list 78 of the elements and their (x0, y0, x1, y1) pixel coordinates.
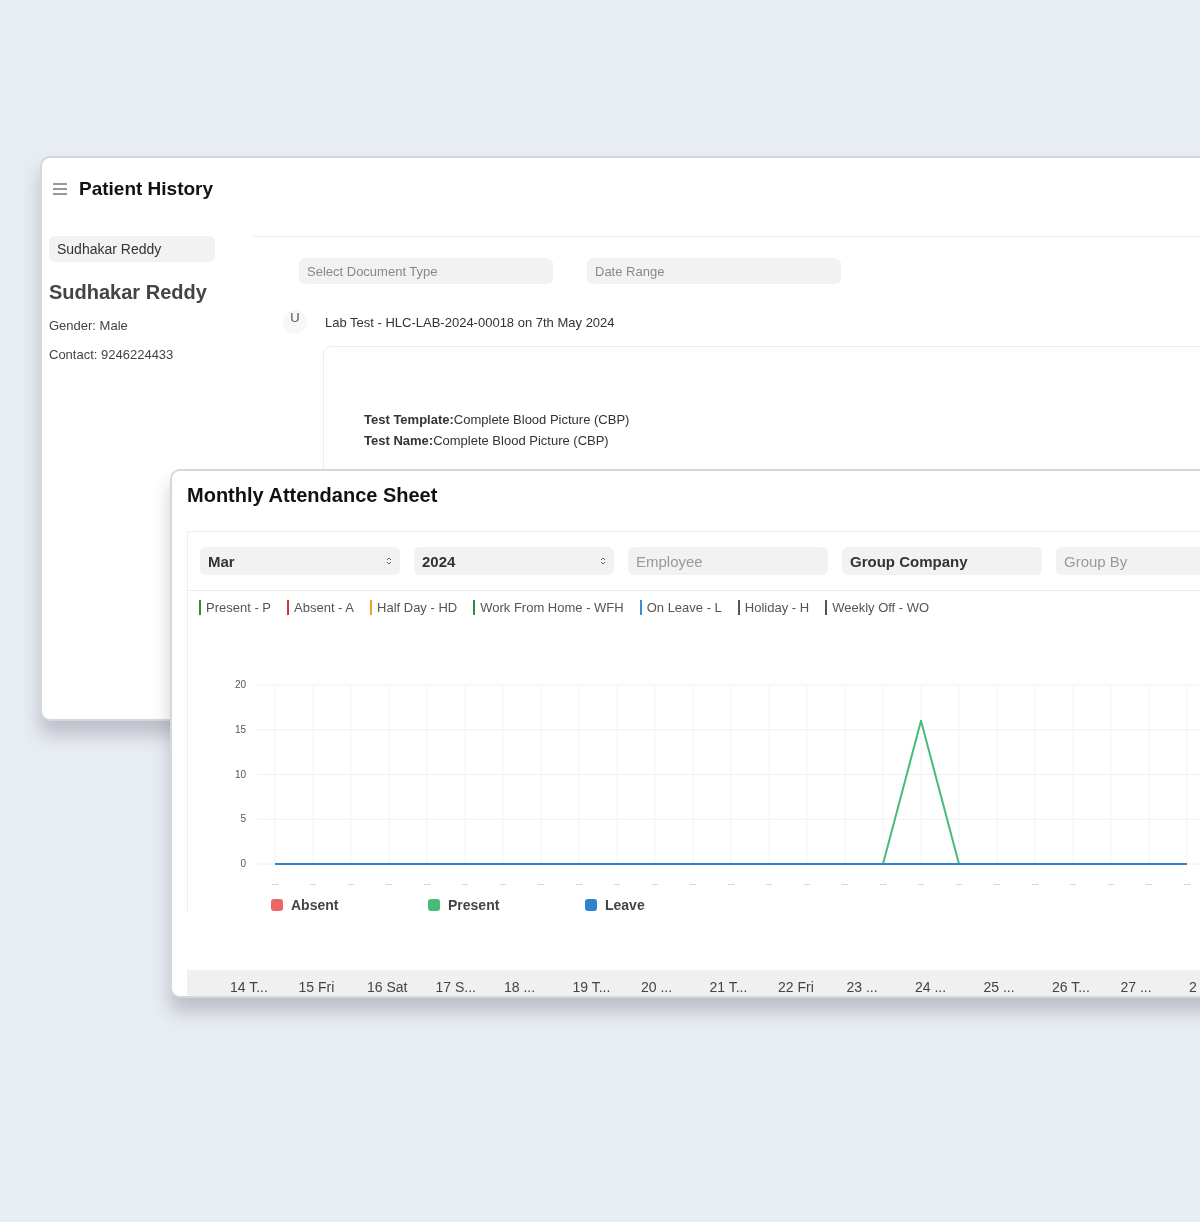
patient-field[interactable]: Sudhakar Reddy (49, 236, 215, 262)
x-tick-label: ... (575, 878, 583, 887)
y-tick-label: 20 (234, 679, 246, 690)
x-tick-label: ... (955, 878, 963, 887)
y-tick-label: 15 (234, 723, 246, 735)
x-tick-label: ... (537, 878, 545, 887)
column-header: 18 ... (504, 979, 537, 996)
filter-field[interactable]: Date Range (587, 258, 841, 284)
x-tick-label: ... (1031, 878, 1039, 887)
x-tick-label: ... (385, 878, 393, 887)
status-legend-item: On Leave - L (639, 600, 722, 615)
column-header: 22 Fri (778, 979, 815, 996)
filter-field[interactable]: Group By (1056, 547, 1200, 575)
x-tick-label: ... (1107, 878, 1115, 887)
legend-swatch (428, 899, 440, 911)
contact-text: Contact: 9246224433 (49, 347, 175, 362)
status-legend-item: Present - P (199, 600, 272, 615)
x-tick-label: ... (993, 878, 1001, 887)
column-header: 24 ... (915, 979, 948, 996)
x-tick-label: ... (765, 878, 773, 887)
column-header: 25 ... (983, 979, 1016, 996)
legend-label: Leave (605, 897, 645, 913)
x-tick-label: ... (803, 878, 811, 887)
x-tick-label: ... (613, 878, 621, 887)
x-tick-label: ... (423, 878, 431, 887)
column-header: 16 Sat (367, 979, 409, 996)
column-header: 2 (1189, 979, 1198, 996)
menu-icon[interactable] (53, 183, 67, 195)
x-tick-label: ... (309, 878, 317, 887)
status-legend-item: Holiday - H (737, 600, 810, 615)
column-header: 27 ... (1120, 979, 1153, 996)
column-header: 17 S... (435, 979, 477, 996)
sort-caret-icon (386, 556, 392, 566)
column-header: 23 ... (846, 979, 879, 996)
column-header: 14 T... (230, 979, 269, 996)
filter-field[interactable]: Select Document Type (299, 258, 553, 284)
y-tick-label: 0 (240, 858, 246, 869)
column-header: 19 T... (572, 979, 612, 996)
x-tick-label: ... (651, 878, 659, 887)
y-tick-label: 5 (240, 813, 246, 825)
gender-text: Gender: Male (49, 318, 129, 333)
x-tick-label: ... (1183, 878, 1191, 887)
status-legend-item: Half Day - HD (370, 600, 458, 615)
column-header: 21 T... (709, 979, 749, 996)
status-legend-item: Absent - A (287, 600, 354, 615)
x-tick-label: ... (499, 878, 507, 887)
x-tick-label: ... (271, 878, 279, 887)
status-legend-item: Weekly Off - WO (825, 600, 930, 615)
user-avatar: U (283, 310, 307, 334)
filter-field[interactable]: Group Company (842, 547, 1042, 575)
record-title[interactable]: Lab Test - HLC-LAB-2024-00018 on 7th May 2024 (325, 314, 615, 330)
x-tick-label: ... (1069, 878, 1077, 887)
patient-name: Sudhakar Reddy (49, 281, 208, 304)
x-tick-label: ... (879, 878, 887, 887)
legend-swatch (585, 899, 597, 911)
x-tick-label: ... (841, 878, 849, 887)
legend-label: Present (448, 897, 500, 913)
y-tick-label: 10 (234, 768, 246, 780)
report-title: Monthly Attendance Sheet (186, 483, 439, 507)
sort-caret-icon (600, 556, 606, 566)
status-legend-item: Work From Home - WFH (473, 600, 624, 615)
x-tick-label: ... (727, 878, 735, 887)
page-title: Patient History (79, 178, 214, 200)
record-line: Test Name:Complete Blood Picture (CBP) (364, 432, 610, 450)
x-tick-label: ... (347, 878, 355, 887)
record-line: Test Template:Complete Blood Picture (CBP) (364, 411, 631, 429)
select-field[interactable]: 2024 (414, 547, 614, 575)
x-tick-label: ... (689, 878, 697, 887)
column-header: 15 Fri (298, 979, 336, 996)
x-tick-label: ... (1145, 878, 1153, 887)
x-tick-label: ... (917, 878, 925, 887)
filter-field[interactable]: Employee (628, 547, 828, 575)
select-field[interactable]: Mar (200, 547, 400, 575)
x-tick-label: ... (461, 878, 469, 887)
column-header: 26 T... (1052, 979, 1091, 996)
legend-swatch (271, 899, 283, 911)
legend-label: Absent (291, 897, 339, 913)
column-header: 20 ... (641, 979, 674, 996)
